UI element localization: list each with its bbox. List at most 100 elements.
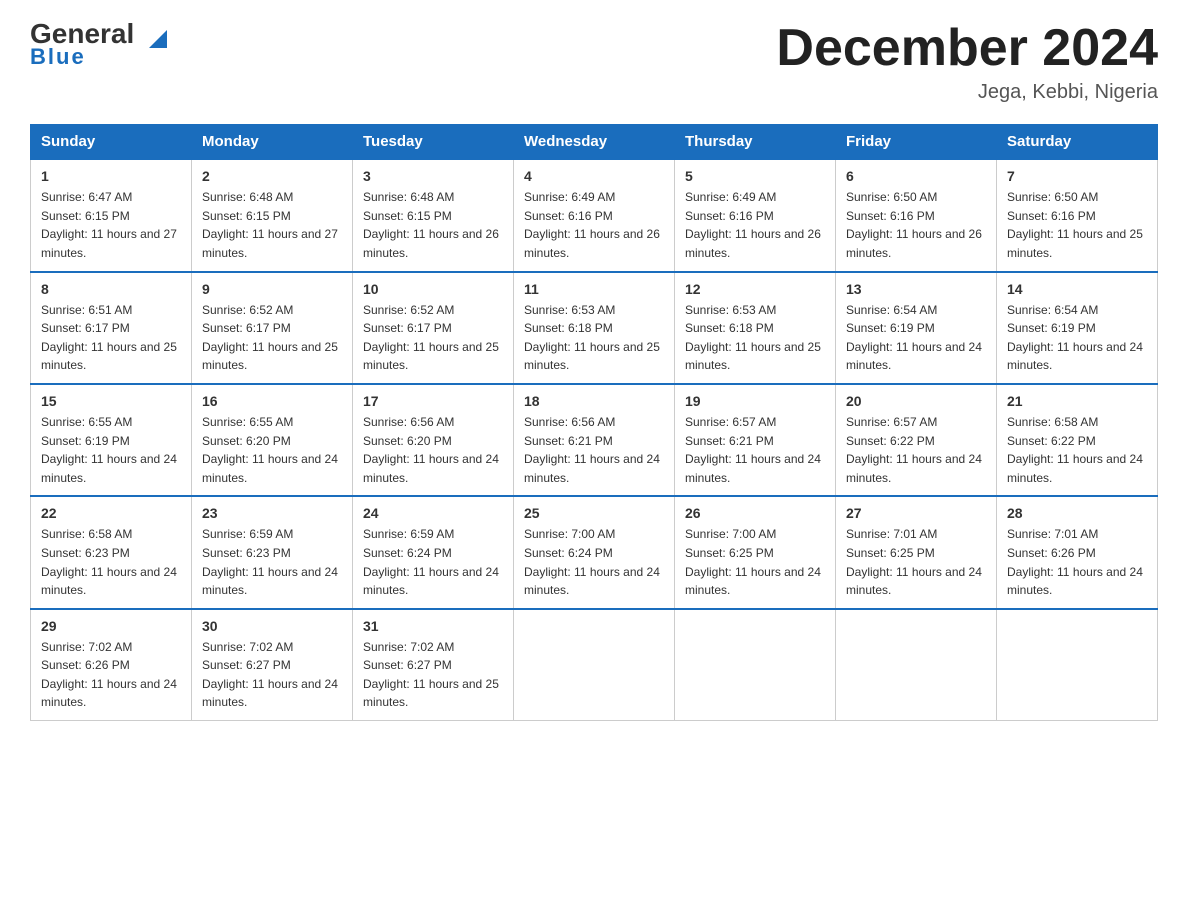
day-info: Sunrise: 7:01 AM Sunset: 6:26 PM Dayligh… <box>1007 525 1147 599</box>
calendar-cell <box>836 609 997 721</box>
calendar-cell: 1 Sunrise: 6:47 AM Sunset: 6:15 PM Dayli… <box>31 159 192 271</box>
day-info: Sunrise: 6:55 AM Sunset: 6:19 PM Dayligh… <box>41 413 181 487</box>
day-info: Sunrise: 6:52 AM Sunset: 6:17 PM Dayligh… <box>202 301 342 375</box>
day-number: 28 <box>1007 505 1147 521</box>
day-number: 10 <box>363 281 503 297</box>
calendar-cell: 31 Sunrise: 7:02 AM Sunset: 6:27 PM Dayl… <box>353 609 514 721</box>
day-info: Sunrise: 7:01 AM Sunset: 6:25 PM Dayligh… <box>846 525 986 599</box>
calendar-cell: 29 Sunrise: 7:02 AM Sunset: 6:26 PM Dayl… <box>31 609 192 721</box>
day-info: Sunrise: 6:56 AM Sunset: 6:21 PM Dayligh… <box>524 413 664 487</box>
location-text: Jega, Kebbi, Nigeria <box>776 81 1158 104</box>
day-info: Sunrise: 6:57 AM Sunset: 6:22 PM Dayligh… <box>846 413 986 487</box>
day-info: Sunrise: 7:00 AM Sunset: 6:25 PM Dayligh… <box>685 525 825 599</box>
logo-text-blue: Blue <box>30 44 86 70</box>
header-monday: Monday <box>192 125 353 160</box>
day-info: Sunrise: 6:49 AM Sunset: 6:16 PM Dayligh… <box>685 188 825 262</box>
calendar-cell: 14 Sunrise: 6:54 AM Sunset: 6:19 PM Dayl… <box>997 272 1158 384</box>
calendar-cell: 25 Sunrise: 7:00 AM Sunset: 6:24 PM Dayl… <box>514 496 675 608</box>
header-saturday: Saturday <box>997 125 1158 160</box>
calendar-cell: 27 Sunrise: 7:01 AM Sunset: 6:25 PM Dayl… <box>836 496 997 608</box>
calendar-week-row: 29 Sunrise: 7:02 AM Sunset: 6:26 PM Dayl… <box>31 609 1158 721</box>
calendar-cell: 6 Sunrise: 6:50 AM Sunset: 6:16 PM Dayli… <box>836 159 997 271</box>
day-info: Sunrise: 6:50 AM Sunset: 6:16 PM Dayligh… <box>846 188 986 262</box>
day-info: Sunrise: 6:51 AM Sunset: 6:17 PM Dayligh… <box>41 301 181 375</box>
day-number: 6 <box>846 168 986 184</box>
calendar-cell: 22 Sunrise: 6:58 AM Sunset: 6:23 PM Dayl… <box>31 496 192 608</box>
page-header: General Blue December 2024 Jega, Kebbi, … <box>30 20 1158 104</box>
calendar-cell: 21 Sunrise: 6:58 AM Sunset: 6:22 PM Dayl… <box>997 384 1158 496</box>
calendar-cell: 24 Sunrise: 6:59 AM Sunset: 6:24 PM Dayl… <box>353 496 514 608</box>
day-number: 1 <box>41 168 181 184</box>
calendar-cell <box>997 609 1158 721</box>
day-info: Sunrise: 6:54 AM Sunset: 6:19 PM Dayligh… <box>846 301 986 375</box>
day-info: Sunrise: 7:02 AM Sunset: 6:27 PM Dayligh… <box>202 638 342 712</box>
day-info: Sunrise: 7:00 AM Sunset: 6:24 PM Dayligh… <box>524 525 664 599</box>
day-info: Sunrise: 6:48 AM Sunset: 6:15 PM Dayligh… <box>202 188 342 262</box>
day-number: 14 <box>1007 281 1147 297</box>
day-number: 18 <box>524 393 664 409</box>
logo: General Blue <box>30 20 149 70</box>
calendar-cell: 11 Sunrise: 6:53 AM Sunset: 6:18 PM Dayl… <box>514 272 675 384</box>
day-info: Sunrise: 6:47 AM Sunset: 6:15 PM Dayligh… <box>41 188 181 262</box>
calendar-cell: 10 Sunrise: 6:52 AM Sunset: 6:17 PM Dayl… <box>353 272 514 384</box>
calendar-cell: 9 Sunrise: 6:52 AM Sunset: 6:17 PM Dayli… <box>192 272 353 384</box>
day-number: 29 <box>41 618 181 634</box>
day-info: Sunrise: 6:56 AM Sunset: 6:20 PM Dayligh… <box>363 413 503 487</box>
calendar-cell: 5 Sunrise: 6:49 AM Sunset: 6:16 PM Dayli… <box>675 159 836 271</box>
calendar-cell: 13 Sunrise: 6:54 AM Sunset: 6:19 PM Dayl… <box>836 272 997 384</box>
calendar-cell: 12 Sunrise: 6:53 AM Sunset: 6:18 PM Dayl… <box>675 272 836 384</box>
day-number: 4 <box>524 168 664 184</box>
day-number: 8 <box>41 281 181 297</box>
day-info: Sunrise: 6:57 AM Sunset: 6:21 PM Dayligh… <box>685 413 825 487</box>
day-number: 25 <box>524 505 664 521</box>
calendar-cell: 20 Sunrise: 6:57 AM Sunset: 6:22 PM Dayl… <box>836 384 997 496</box>
day-number: 9 <box>202 281 342 297</box>
month-title: December 2024 <box>776 20 1158 77</box>
day-info: Sunrise: 6:58 AM Sunset: 6:23 PM Dayligh… <box>41 525 181 599</box>
calendar-cell: 17 Sunrise: 6:56 AM Sunset: 6:20 PM Dayl… <box>353 384 514 496</box>
calendar-cell: 2 Sunrise: 6:48 AM Sunset: 6:15 PM Dayli… <box>192 159 353 271</box>
calendar-header-row: SundayMondayTuesdayWednesdayThursdayFrid… <box>31 125 1158 160</box>
day-number: 11 <box>524 281 664 297</box>
day-number: 31 <box>363 618 503 634</box>
calendar-week-row: 8 Sunrise: 6:51 AM Sunset: 6:17 PM Dayli… <box>31 272 1158 384</box>
calendar-cell: 23 Sunrise: 6:59 AM Sunset: 6:23 PM Dayl… <box>192 496 353 608</box>
day-number: 23 <box>202 505 342 521</box>
header-thursday: Thursday <box>675 125 836 160</box>
day-number: 16 <box>202 393 342 409</box>
calendar-cell: 7 Sunrise: 6:50 AM Sunset: 6:16 PM Dayli… <box>997 159 1158 271</box>
day-number: 21 <box>1007 393 1147 409</box>
day-number: 3 <box>363 168 503 184</box>
calendar-cell <box>514 609 675 721</box>
calendar-cell: 19 Sunrise: 6:57 AM Sunset: 6:21 PM Dayl… <box>675 384 836 496</box>
calendar-cell: 28 Sunrise: 7:01 AM Sunset: 6:26 PM Dayl… <box>997 496 1158 608</box>
day-info: Sunrise: 6:59 AM Sunset: 6:24 PM Dayligh… <box>363 525 503 599</box>
day-info: Sunrise: 6:53 AM Sunset: 6:18 PM Dayligh… <box>524 301 664 375</box>
calendar-week-row: 15 Sunrise: 6:55 AM Sunset: 6:19 PM Dayl… <box>31 384 1158 496</box>
header-friday: Friday <box>836 125 997 160</box>
day-info: Sunrise: 6:55 AM Sunset: 6:20 PM Dayligh… <box>202 413 342 487</box>
day-number: 17 <box>363 393 503 409</box>
day-number: 20 <box>846 393 986 409</box>
calendar-cell: 8 Sunrise: 6:51 AM Sunset: 6:17 PM Dayli… <box>31 272 192 384</box>
day-number: 22 <box>41 505 181 521</box>
day-info: Sunrise: 6:59 AM Sunset: 6:23 PM Dayligh… <box>202 525 342 599</box>
day-number: 12 <box>685 281 825 297</box>
calendar-cell: 30 Sunrise: 7:02 AM Sunset: 6:27 PM Dayl… <box>192 609 353 721</box>
day-info: Sunrise: 6:50 AM Sunset: 6:16 PM Dayligh… <box>1007 188 1147 262</box>
calendar-cell <box>675 609 836 721</box>
day-number: 13 <box>846 281 986 297</box>
day-number: 30 <box>202 618 342 634</box>
header-sunday: Sunday <box>31 125 192 160</box>
day-info: Sunrise: 6:54 AM Sunset: 6:19 PM Dayligh… <box>1007 301 1147 375</box>
calendar-week-row: 1 Sunrise: 6:47 AM Sunset: 6:15 PM Dayli… <box>31 159 1158 271</box>
day-number: 15 <box>41 393 181 409</box>
day-info: Sunrise: 6:58 AM Sunset: 6:22 PM Dayligh… <box>1007 413 1147 487</box>
calendar-cell: 3 Sunrise: 6:48 AM Sunset: 6:15 PM Dayli… <box>353 159 514 271</box>
calendar-week-row: 22 Sunrise: 6:58 AM Sunset: 6:23 PM Dayl… <box>31 496 1158 608</box>
day-info: Sunrise: 6:48 AM Sunset: 6:15 PM Dayligh… <box>363 188 503 262</box>
day-info: Sunrise: 7:02 AM Sunset: 6:27 PM Dayligh… <box>363 638 503 712</box>
calendar-cell: 16 Sunrise: 6:55 AM Sunset: 6:20 PM Dayl… <box>192 384 353 496</box>
calendar-cell: 15 Sunrise: 6:55 AM Sunset: 6:19 PM Dayl… <box>31 384 192 496</box>
calendar-cell: 4 Sunrise: 6:49 AM Sunset: 6:16 PM Dayli… <box>514 159 675 271</box>
